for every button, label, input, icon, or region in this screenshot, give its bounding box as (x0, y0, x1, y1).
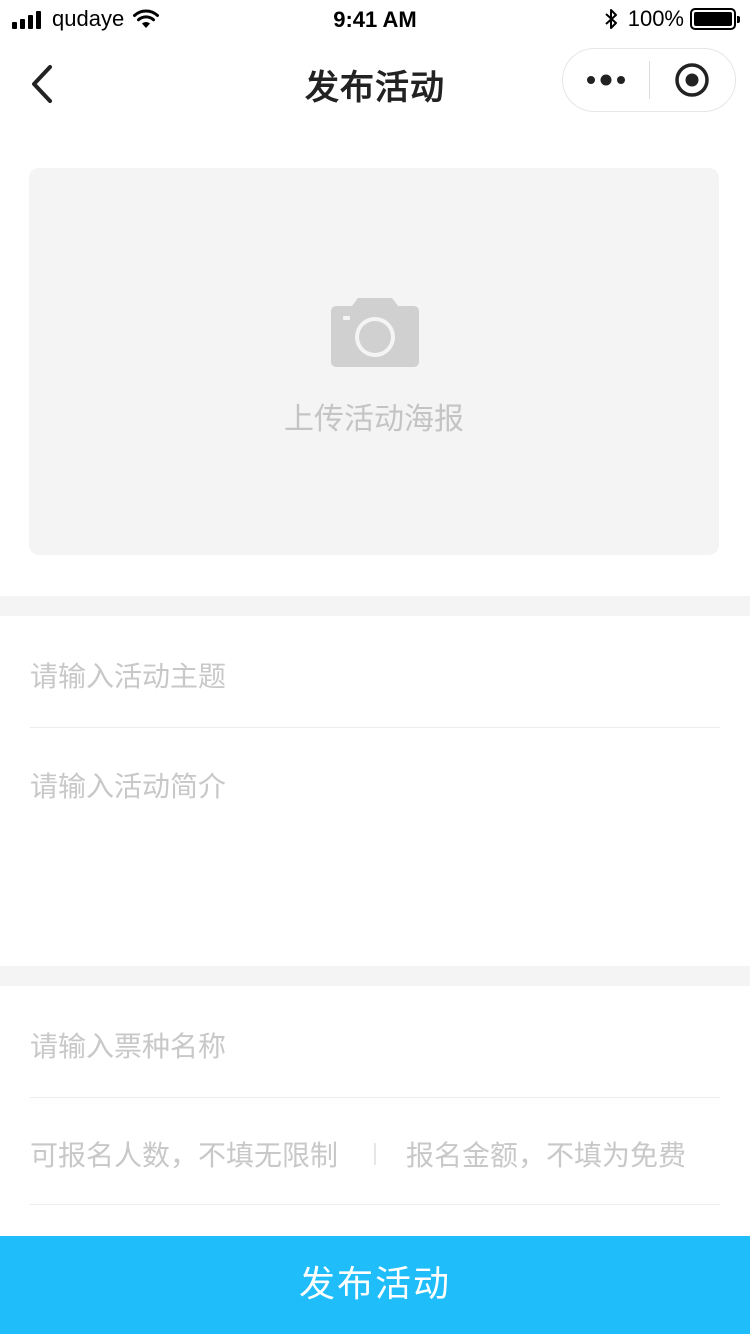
battery-icon (690, 8, 740, 30)
section-divider (0, 596, 750, 616)
field-divider (30, 1097, 720, 1098)
bluetooth-icon (605, 9, 617, 29)
close-button[interactable] (650, 48, 736, 112)
more-dots-icon (586, 74, 625, 86)
poster-upload-label: 上传活动海报 (284, 402, 464, 437)
publish-activity-page: qudaye 9:41 AM 100% 发布活动 上传活动海报 请输入活动主题 … (0, 0, 750, 1334)
capacity-input[interactable]: 可报名人数，不填无限制 (30, 1134, 338, 1174)
price-input[interactable]: 报名金额，不填为免费 (406, 1134, 686, 1174)
mini-program-capsule (562, 48, 736, 112)
status-bar: qudaye 9:41 AM 100% (0, 0, 750, 40)
vertical-divider (374, 1143, 376, 1165)
activity-intro-textarea[interactable]: 请输入活动简介 (30, 765, 720, 945)
field-divider (30, 1204, 720, 1205)
ticket-options-row: 可报名人数，不填无限制 报名金额，不填为免费 (30, 1134, 720, 1174)
target-circle-icon (675, 63, 709, 97)
nav-bar: 发布活动 (0, 40, 750, 128)
camera-icon (331, 298, 419, 367)
status-right: 100% (604, 6, 740, 32)
section-divider (0, 966, 750, 986)
more-button[interactable] (563, 48, 649, 112)
ticket-name-input[interactable]: 请输入票种名称 (30, 1025, 720, 1065)
publish-button[interactable]: 发布活动 (0, 1236, 750, 1334)
field-divider (30, 727, 720, 728)
activity-theme-input[interactable]: 请输入活动主题 (30, 655, 720, 695)
poster-upload[interactable]: 上传活动海报 (29, 168, 719, 555)
battery-percent: 100% (627, 6, 684, 31)
